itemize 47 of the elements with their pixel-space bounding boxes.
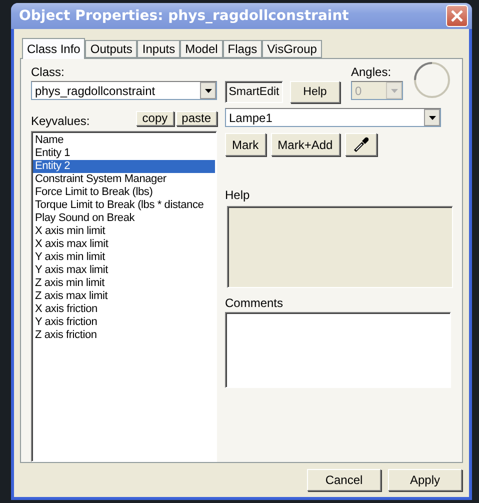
comments-field[interactable] [225, 312, 451, 388]
keyvalue-item[interactable]: Entity 2 [33, 160, 215, 173]
tab[interactable]: Class Info [22, 38, 86, 59]
tab[interactable]: Inputs [137, 40, 180, 58]
class-dropdown[interactable]: phys_ragdollconstraint [31, 81, 217, 100]
keyvalue-item[interactable]: Z axis min limit [33, 277, 215, 290]
keyvalue-item[interactable]: Entity 1 [33, 147, 215, 160]
close-icon [451, 10, 463, 22]
keyvalue-button[interactable]: paste [176, 110, 217, 126]
keyvalue-item[interactable]: X axis min limit [33, 225, 215, 238]
keyvalue-item[interactable]: Y axis friction [33, 316, 215, 329]
eyedropper-icon [352, 136, 370, 154]
dialog-button[interactable]: Apply [388, 469, 462, 491]
tab[interactable]: Model [180, 40, 223, 58]
keyvalue-item[interactable]: Constraint System Manager [33, 173, 215, 186]
mark-button[interactable]: Mark [225, 133, 266, 156]
tab[interactable]: Flags [222, 40, 262, 58]
window-title: Object Properties: phys_ragdollconstraint [19, 8, 349, 24]
caret-icon [390, 88, 398, 92]
keyvalue-item[interactable]: Play Sound on Break [33, 212, 215, 225]
help-label: Help [225, 188, 251, 202]
keyvalue-item[interactable]: Name [33, 134, 215, 147]
keyvalue-item[interactable]: X axis friction [33, 303, 215, 316]
keyvalue-item[interactable]: X axis max limit [33, 238, 215, 251]
angle-dial-icon[interactable] [413, 61, 451, 99]
keyvalue-item[interactable]: Z axis friction [33, 329, 215, 342]
tab[interactable]: Outputs [85, 40, 138, 58]
keyvalues-label: Keyvalues: [31, 114, 90, 128]
dialog-button[interactable]: Cancel [307, 469, 381, 491]
tab[interactable]: VisGroup [262, 40, 322, 58]
keyvalue-button[interactable]: copy [136, 110, 174, 126]
close-button[interactable] [446, 5, 468, 27]
angles-label: Angles: [351, 65, 392, 79]
mark-button[interactable]: Mark+Add [270, 133, 340, 156]
eyedropper-button[interactable] [344, 133, 377, 156]
class-button[interactable]: SmartEdit [225, 81, 283, 103]
keyvalue-item[interactable]: Z axis max limit [33, 290, 215, 303]
class-button[interactable]: Help [290, 81, 340, 103]
caret-icon [428, 116, 436, 120]
comments-label: Comments [225, 296, 284, 310]
keyvalue-item[interactable]: Y axis max limit [33, 264, 215, 277]
keyvalue-item[interactable]: Torque Limit to Break (lbs * distance [33, 199, 215, 212]
caret-icon [204, 88, 212, 92]
keyvalue-item[interactable]: Y axis min limit [33, 251, 215, 264]
value-dropdown[interactable]: Lampe1 [225, 108, 441, 127]
class-label: Class: [31, 65, 66, 79]
keyvalue-item[interactable]: Force Limit to Break (lbs) [33, 186, 215, 199]
